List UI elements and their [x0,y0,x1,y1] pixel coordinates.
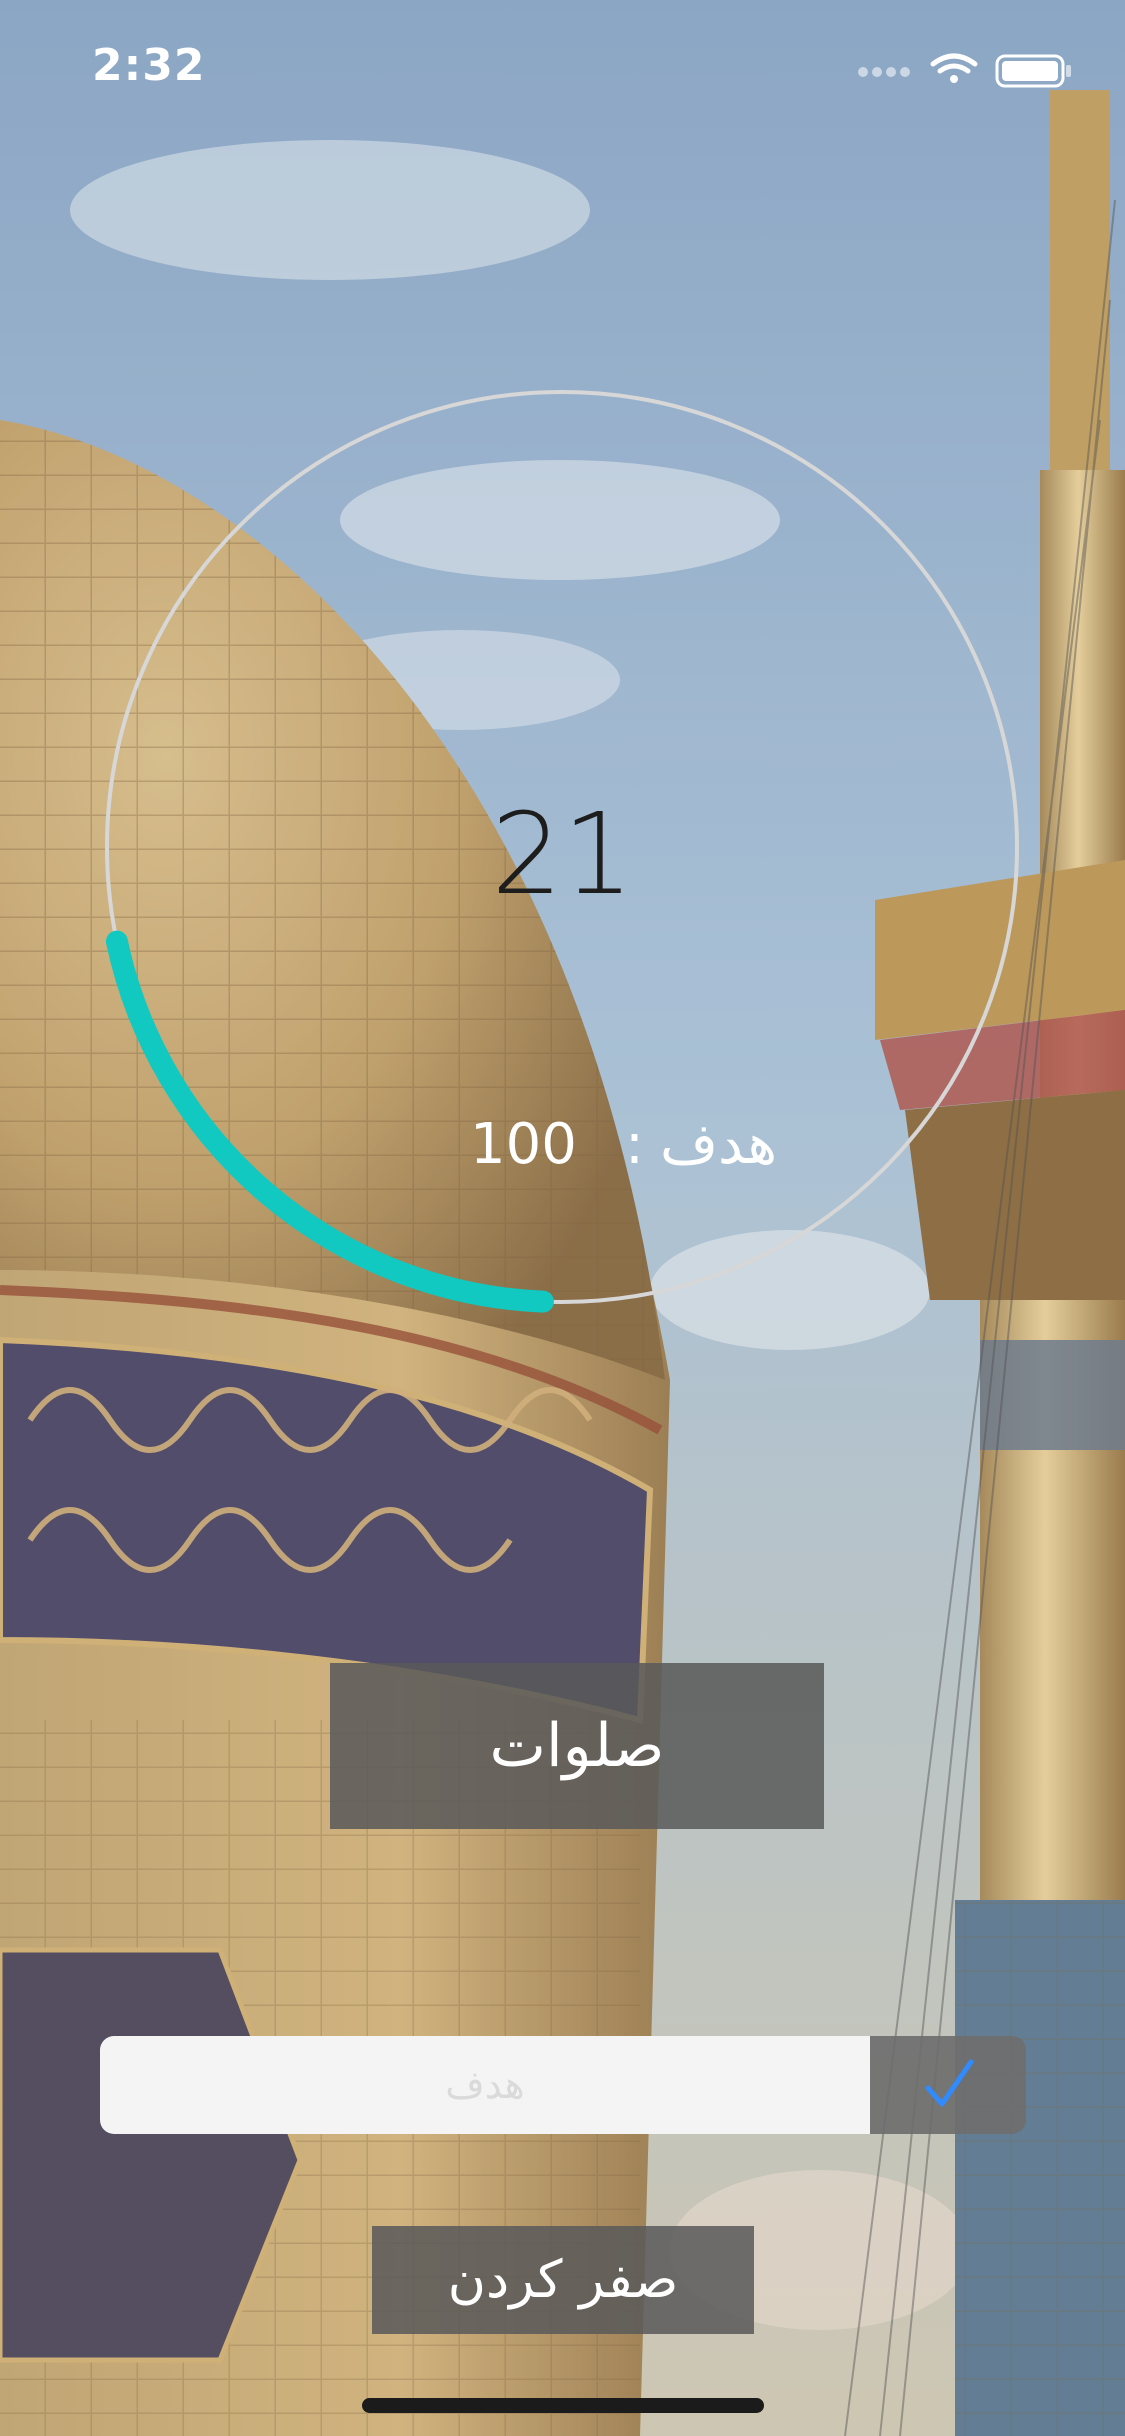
goal-value: 100 [470,1112,577,1177]
checkmark-icon [925,2059,974,2107]
home-indicator [362,2398,764,2413]
confirm-goal-button[interactable] [870,2036,1026,2134]
goal-separator: : [625,1112,644,1177]
counter-value: 21 [491,790,634,920]
goal-input[interactable] [100,2036,870,2134]
goal-input-group [100,2036,1026,2134]
reset-button[interactable]: صفر کردن [372,2226,754,2334]
salavat-button[interactable]: صلوات [330,1663,824,1829]
goal-display: 100 : هدف [460,1112,790,1182]
goal-label: هدف [660,1112,777,1177]
